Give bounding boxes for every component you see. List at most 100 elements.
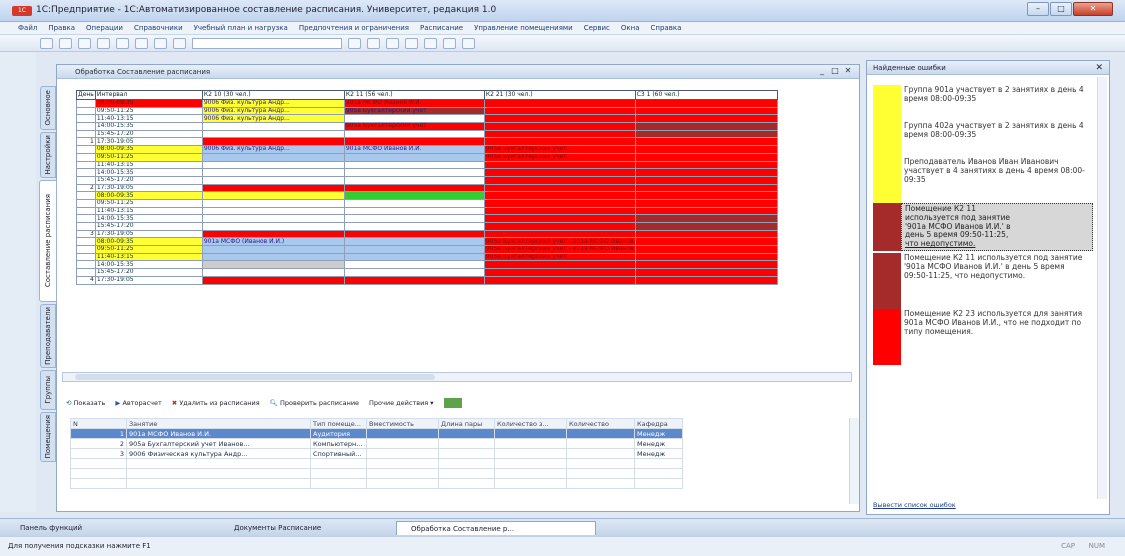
grid-cell-room-k2-21[interactable]: [483, 129, 636, 139]
error-list-link[interactable]: Вывести список ошибок: [873, 501, 956, 509]
grid-cell-room-k2-21[interactable]: [483, 175, 636, 185]
tab-teachers[interactable]: Преподаватели: [40, 304, 56, 368]
grid-cell-room-k2-11[interactable]: [343, 183, 485, 193]
grid-cell-room-k2-11[interactable]: [343, 198, 485, 208]
back-icon[interactable]: [154, 37, 167, 49]
header-room-k2-10[interactable]: К2 10 (30 чел.): [201, 90, 345, 100]
task-schedule-documents[interactable]: Документы Расписание: [220, 521, 390, 535]
open-icon[interactable]: [59, 37, 72, 49]
copy-icon[interactable]: [116, 37, 129, 49]
error-item[interactable]: Преподаватель Иванов Иван Иванович участ…: [873, 157, 1093, 203]
grid-cell-room-k2-10[interactable]: [201, 214, 345, 223]
error-item[interactable]: Группа 901а участвует в 2 занятиях в ден…: [873, 85, 1093, 121]
grid-cell-room-s3-1[interactable]: [634, 183, 778, 193]
tab-schedule-build[interactable]: Составление расписания: [39, 180, 57, 302]
grid-cell-room-k2-21[interactable]: [483, 229, 636, 239]
report-icon[interactable]: [405, 37, 418, 49]
grid-cell-room-k2-11[interactable]: [343, 260, 485, 270]
menu-edit[interactable]: Правка: [48, 24, 75, 32]
grid-cell-room-s3-1[interactable]: [634, 175, 778, 185]
grid-cell-room-k2-10[interactable]: 901а МСФО (Иванов И.И.): [201, 237, 345, 247]
grid-cell-room-s3-1[interactable]: [634, 191, 778, 200]
grid-cell-room-k2-11[interactable]: [343, 114, 485, 124]
grid-cell-room-k2-21[interactable]: [483, 260, 636, 270]
menu-windows[interactable]: Окна: [621, 24, 640, 32]
grid-cell-room-s3-1[interactable]: [634, 206, 778, 216]
grid-cell-room-k2-11[interactable]: 905а Бухгалтерский учет: [343, 106, 485, 116]
show-button[interactable]: ⟲ Показать: [66, 399, 105, 407]
grid-cell-room-k2-21[interactable]: 905а Бухгалтерский учет: [483, 152, 636, 162]
grid-cell-room-k2-10[interactable]: [201, 160, 345, 170]
close-button[interactable]: ✕: [1073, 2, 1113, 16]
col-length[interactable]: Длина пары: [438, 418, 495, 429]
cut-icon[interactable]: [97, 37, 110, 49]
errors-scrollbar[interactable]: [1097, 77, 1107, 499]
grid-cell-room-k2-10[interactable]: [201, 168, 345, 177]
grid-cell-room-k2-21[interactable]: [483, 99, 636, 108]
check-schedule-button[interactable]: 🔍︎ Проверить расписание: [270, 399, 359, 407]
error-item[interactable]: Помещение К2 11 используется под занятие…: [873, 253, 1093, 309]
col-lesson[interactable]: Занятие: [126, 418, 311, 429]
grid-cell-room-s3-1[interactable]: [634, 214, 778, 223]
new-icon[interactable]: [40, 37, 53, 49]
grid-cell-room-k2-21[interactable]: [483, 191, 636, 200]
grid-cell-room-k2-10[interactable]: [201, 206, 345, 216]
calendar-icon[interactable]: [386, 37, 399, 49]
grid-cell-room-k2-11[interactable]: 905а Бухгалтерский учет: [343, 122, 485, 131]
grid-cell-room-k2-10[interactable]: 9006 Физ. культура Андр...: [201, 106, 345, 116]
menu-schedule[interactable]: Расписание: [420, 24, 463, 32]
grid-cell-room-s3-1[interactable]: [634, 198, 778, 208]
grid-cell-room-k2-10[interactable]: [201, 222, 345, 231]
settings-icon[interactable]: [462, 37, 475, 49]
grid-cell-room-s3-1[interactable]: [634, 237, 778, 247]
grid-cell-room-k2-10[interactable]: [201, 183, 345, 193]
grid-cell-room-s3-1[interactable]: [634, 114, 778, 124]
grid-cell-room-k2-10[interactable]: [201, 252, 345, 262]
table-row[interactable]: 2 905а Бухгалтерский учет Иванов... Комп…: [70, 438, 683, 449]
grid-cell-room-k2-11[interactable]: [343, 168, 485, 177]
grid-cell-room-k2-11[interactable]: [343, 206, 485, 216]
grid-cell-room-k2-10[interactable]: [201, 122, 345, 131]
grid-cell-room-k2-10[interactable]: 9006 Физ. культура Андр...: [201, 99, 345, 108]
grid-cell-room-k2-10[interactable]: [201, 137, 345, 147]
grid-cell-room-s3-1[interactable]: [634, 99, 778, 108]
grid-cell-room-k2-10[interactable]: [201, 191, 345, 200]
grid-cell-room-k2-21[interactable]: [483, 183, 636, 193]
save-icon[interactable]: [78, 37, 91, 49]
grid-cell-room-k2-11[interactable]: [343, 175, 485, 185]
grid-cell-room-s3-1[interactable]: [634, 168, 778, 177]
grid-cell-room-k2-10[interactable]: [201, 198, 345, 208]
menu-references[interactable]: Справочники: [134, 24, 183, 32]
grid-cell-room-k2-21[interactable]: 905а Бухгалтерский учет - 901а МСФО Иван…: [483, 237, 636, 247]
header-room-s3-1[interactable]: С3 1 (60 чел.): [634, 90, 778, 100]
col-count-z[interactable]: Количество з...: [494, 418, 567, 429]
error-item[interactable]: Группа 402а участвует в 2 занятиях в ден…: [873, 121, 1093, 157]
grid-cell-room-k2-21[interactable]: [483, 122, 636, 131]
tab-main[interactable]: Основное: [40, 86, 56, 130]
grid-cell-room-s3-1[interactable]: [634, 106, 778, 116]
grid-cell-room-k2-11[interactable]: [343, 275, 485, 285]
grid-cell-room-k2-10[interactable]: [201, 229, 345, 239]
grid-cell-room-s3-1[interactable]: [634, 137, 778, 147]
grid-cell-room-k2-11[interactable]: 901а МСФО Иванов И.И.: [343, 145, 485, 154]
col-dept[interactable]: Кафедра: [634, 418, 683, 429]
menu-curriculum[interactable]: Учебный план и нагрузка: [194, 24, 288, 32]
window-minimize-icon[interactable]: _: [817, 66, 827, 76]
grid-cell-room-k2-21[interactable]: [483, 106, 636, 116]
paste-icon[interactable]: [135, 37, 148, 49]
search-input[interactable]: [192, 37, 342, 49]
other-actions-button[interactable]: Прочие действия ▾: [369, 399, 434, 407]
grid-cell-room-k2-21[interactable]: 905а Бухгалтерский учет: [483, 145, 636, 154]
grid-cell-room-k2-11[interactable]: [343, 160, 485, 170]
grid-cell-room-k2-11[interactable]: 901а МСФО Иванов И.И.: [343, 99, 485, 108]
window-restore-icon[interactable]: □: [830, 66, 840, 76]
grid-cell-room-k2-10[interactable]: 9006 Физ. культура Андр...: [201, 145, 345, 154]
menu-operations[interactable]: Операции: [86, 24, 123, 32]
grid-cell-room-s3-1[interactable]: [634, 229, 778, 239]
col-n[interactable]: N: [70, 418, 127, 429]
grid-cell-room-k2-10[interactable]: [201, 152, 345, 162]
tab-groups[interactable]: Группы: [40, 370, 56, 410]
search-icon[interactable]: [348, 37, 361, 49]
grid-cell-room-k2-21[interactable]: [483, 168, 636, 177]
excel-icon[interactable]: [443, 398, 462, 408]
